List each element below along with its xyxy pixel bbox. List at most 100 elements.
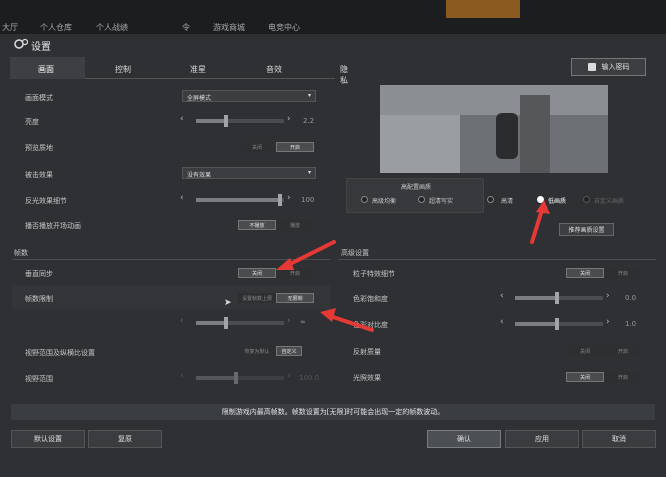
fov-reset-default[interactable]: 恢复为默认 [238, 346, 276, 356]
fps-limit-label: 帧数限制 [25, 295, 53, 303]
graphics-preview-image [380, 85, 608, 173]
chevron-down-icon: ▾ [307, 92, 311, 99]
contrast-decrease-icon[interactable]: ‹ [500, 317, 504, 327]
tab-display[interactable]: 画面 [38, 64, 54, 75]
intro-animation-off[interactable]: 不播放 [238, 220, 276, 230]
preset-high-radio[interactable] [487, 196, 494, 203]
preset-balanced-label: 高级均衡 [372, 198, 397, 205]
contrast-slider[interactable] [515, 318, 603, 330]
preset-ultra-radio[interactable] [418, 196, 425, 203]
display-mode-label: 画面模式 [25, 94, 53, 102]
annotation-arrow-icon [530, 200, 550, 244]
preview-texture-label: 预览质地 [25, 144, 53, 152]
default-settings-button[interactable]: 默认设置 [11, 430, 85, 448]
fov-decrease-icon[interactable]: ‹ [180, 371, 184, 381]
fps-limit-unlimited[interactable]: 无限制 [276, 293, 314, 303]
reflection-label: 反光效果细节 [25, 197, 67, 205]
gear-icon [14, 38, 28, 49]
nav-tab-warehouse[interactable]: 个人仓库 [40, 22, 72, 33]
nav-tab-record[interactable]: 个人战绩 [96, 22, 128, 33]
contrast-increase-icon[interactable]: › [606, 317, 610, 327]
fps-limit-slider[interactable] [196, 317, 284, 329]
saturation-value: 0.0 [625, 294, 637, 302]
particle-on[interactable]: 开启 [604, 268, 642, 278]
brightness-label: 亮度 [25, 118, 39, 126]
restore-button[interactable]: 复原 [88, 430, 162, 448]
fov-value: 100.0 [299, 374, 320, 382]
tab-crosshair[interactable]: 准星 [190, 64, 206, 75]
preview-texture-off[interactable]: 关闭 [238, 142, 276, 152]
saturation-increase-icon[interactable]: › [606, 291, 610, 301]
confirm-button[interactable]: 确认 [427, 430, 501, 448]
high-config-card: 高配置画质 [346, 178, 484, 213]
tab-privacy[interactable]: 隐私 [340, 64, 348, 86]
preset-balanced-radio[interactable] [361, 196, 368, 203]
saturation-slider[interactable] [515, 292, 603, 304]
recommend-button[interactable]: 推荐画质设置 [559, 223, 614, 236]
preview-texture-on[interactable]: 开启 [276, 142, 314, 152]
reflection-quality-on[interactable]: 开启 [604, 346, 642, 356]
fps-decrease-icon[interactable]: ‹ [180, 316, 184, 326]
apply-button[interactable]: 应用 [505, 430, 579, 448]
redeem-label: 输入密码 [601, 63, 630, 71]
annotation-arrow-icon [276, 240, 336, 270]
redeem-code-button[interactable]: 输入密码 [571, 58, 646, 76]
fps-section-header: 帧数 [14, 249, 28, 257]
particle-label: 粒子特效细节 [353, 270, 395, 278]
brightness-value: 2.2 [303, 117, 315, 125]
preview-floor [380, 115, 460, 173]
reflection-quality-off[interactable]: 关闭 [566, 346, 604, 356]
fov-custom[interactable]: 自定义 [276, 346, 302, 356]
display-mode-dropdown[interactable]: 全屏模式 ▾ [182, 90, 316, 102]
nav-tab-lobby[interactable]: 大厅 [2, 22, 18, 33]
nav-tab-esports[interactable]: 电竞中心 [268, 22, 300, 33]
preview-wall [380, 85, 608, 115]
cancel-button[interactable]: 取消 [582, 430, 656, 448]
advanced-section-header: 高级设置 [341, 249, 369, 257]
reflection-value: 100 [301, 196, 315, 204]
vsync-label: 垂直同步 [25, 270, 53, 278]
fov-slider[interactable] [196, 372, 284, 384]
soldier-figure [496, 113, 518, 159]
settings-tabs: 画面 控制 准星 音效 隐私 [10, 57, 348, 85]
fps-limit-value: ∞ [300, 318, 306, 326]
fov-increase-icon[interactable]: › [287, 371, 291, 381]
reflection-quality-label: 反射质量 [353, 348, 381, 356]
preset-custom-label: 自定义画质 [594, 198, 625, 205]
reflection-increase-icon[interactable]: › [287, 193, 291, 203]
display-mode-value: 全屏模式 [187, 95, 212, 102]
top-navigation-bar: 大厅 个人仓库 个人战绩 令 游戏商城 电竞中心 [0, 0, 666, 34]
cursor-icon: ➤ [224, 298, 232, 308]
brightness-slider[interactable] [196, 115, 284, 127]
intro-animation-on[interactable]: 播放 [276, 220, 314, 230]
event-banner [446, 0, 520, 18]
hit-effect-dropdown[interactable]: 没有效果 ▾ [182, 167, 316, 179]
brightness-decrease-icon[interactable]: ‹ [180, 114, 184, 124]
fov-label: 视野范围 [25, 375, 53, 383]
reflection-slider[interactable] [196, 194, 284, 206]
particle-off[interactable]: 关闭 [566, 268, 604, 278]
lighting-on[interactable]: 开启 [604, 372, 642, 382]
reflection-decrease-icon[interactable]: ‹ [180, 193, 184, 203]
tab-audio[interactable]: 音效 [266, 64, 282, 75]
tab-control[interactable]: 控制 [115, 64, 131, 75]
nav-tab-extra[interactable]: 令 [182, 22, 190, 33]
preset-high-label: 高清 [501, 198, 514, 205]
nav-tab-store[interactable]: 游戏商城 [213, 22, 245, 33]
lighting-off[interactable]: 关闭 [566, 372, 604, 382]
preset-custom-radio[interactable] [583, 196, 590, 203]
fps-limit-cap[interactable]: 设置帧数上限 [238, 293, 276, 303]
preset-ultra-label: 超清写实 [429, 198, 454, 205]
advanced-divider [338, 259, 656, 260]
preview-pillar [520, 95, 550, 173]
high-config-title: 高配置画质 [400, 184, 431, 191]
lighting-label: 光照效果 [353, 374, 381, 382]
saturation-decrease-icon[interactable]: ‹ [500, 291, 504, 301]
fps-increase-icon[interactable]: › [287, 316, 291, 326]
brightness-increase-icon[interactable]: › [287, 114, 291, 124]
lock-icon [587, 63, 596, 71]
dialog-title: 设置 [31, 42, 51, 53]
annotation-arrow-icon [320, 308, 374, 332]
intro-animation-label: 播否播放开场动画 [25, 222, 81, 230]
hit-effect-value: 没有效果 [187, 172, 212, 179]
